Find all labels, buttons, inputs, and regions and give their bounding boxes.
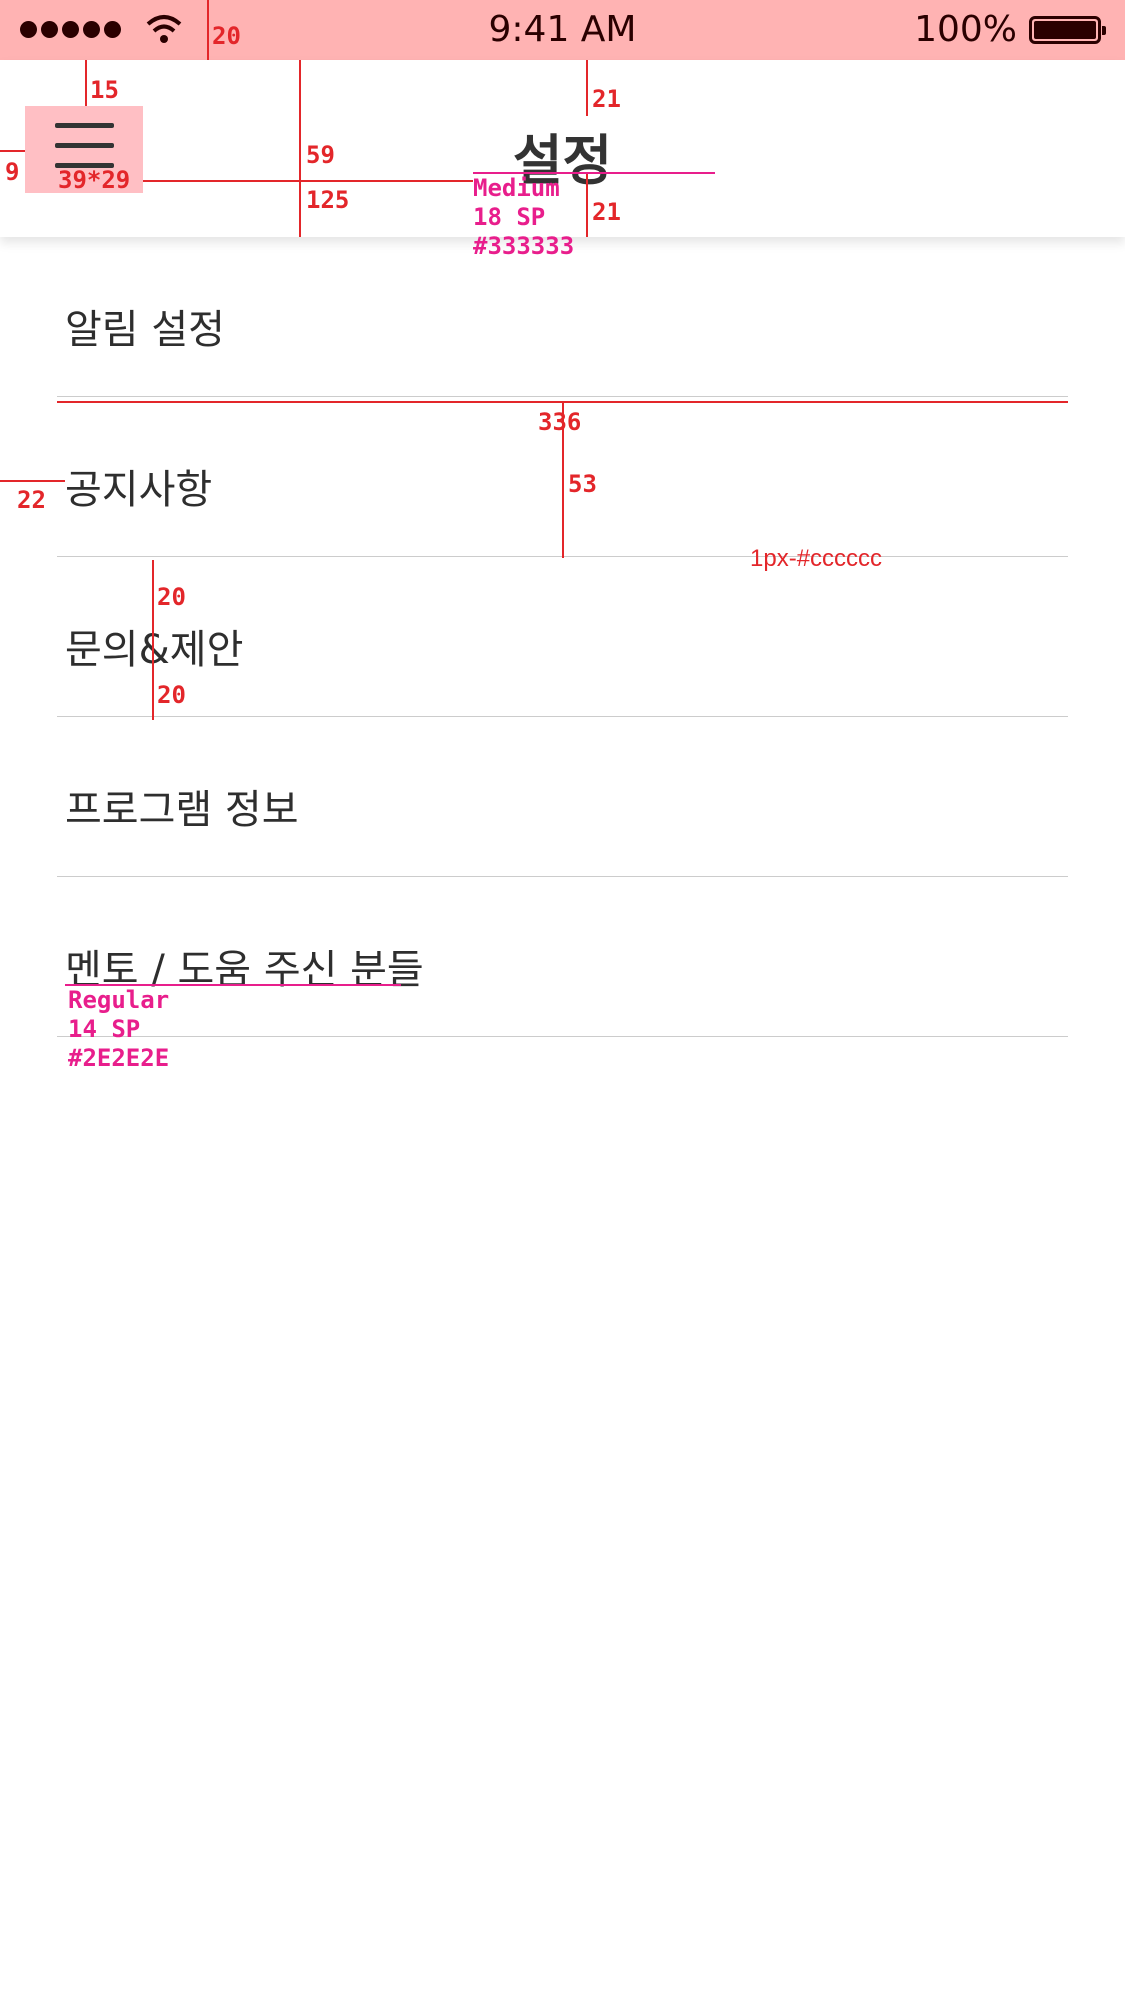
- spec-header-mid: 59: [306, 141, 335, 169]
- battery-icon: [1029, 16, 1106, 44]
- spec-divider-note: 1px-#cccccc: [750, 545, 883, 572]
- spec-line: [0, 480, 65, 482]
- spec-title-bottom: 21: [592, 198, 621, 226]
- status-bar: 9:41 AM 100%: [0, 0, 1125, 60]
- spec-status-height: 20: [212, 22, 241, 50]
- spec-item-color: #2E2E2E: [68, 1044, 170, 1072]
- spec-title-weight: Medium: [473, 174, 560, 202]
- spec-line: [152, 560, 154, 720]
- spec-row-height: 53: [568, 470, 597, 498]
- spec-line: [143, 180, 473, 182]
- spec-title-top: 21: [592, 85, 621, 113]
- settings-item-notification[interactable]: 알림 설정: [0, 237, 1125, 397]
- settings-item-label: 문의&제안: [65, 627, 244, 673]
- spec-title-color: #333333: [473, 232, 575, 260]
- spec-line: [586, 174, 588, 237]
- spec-padding-bottom: 20: [157, 681, 186, 709]
- settings-list: 알림 설정 공지사항 문의&제안 프로그램 정보 멘토 / 도움 주신 분들: [0, 237, 1125, 1037]
- spec-menu-left: 9: [5, 158, 20, 186]
- settings-item-program-info[interactable]: 프로그램 정보: [0, 717, 1125, 877]
- spec-line: [586, 60, 588, 116]
- page-title: 설정: [512, 129, 613, 192]
- spec-item-weight: Regular: [68, 986, 170, 1014]
- spec-item-size: 14 SP: [68, 1015, 141, 1043]
- spec-header-height: 125: [306, 186, 350, 214]
- spec-row-width: 336: [538, 408, 582, 436]
- settings-item-label: 공지사항: [65, 467, 213, 513]
- divider: [57, 1035, 1068, 1037]
- spec-line: [85, 60, 87, 106]
- spec-menu-size: 39*29: [58, 166, 131, 194]
- spec-line: [0, 150, 25, 152]
- spec-line: [207, 0, 209, 60]
- settings-item-label: 프로그램 정보: [65, 787, 299, 833]
- settings-item-label: 알림 설정: [65, 307, 225, 353]
- spec-line: [299, 60, 301, 237]
- battery-percent: 100%: [914, 9, 1017, 50]
- spec-menu-top: 15: [90, 76, 119, 104]
- spec-row-left: 22: [17, 486, 46, 514]
- spec-padding-top: 20: [157, 583, 186, 611]
- app-header: 설정: [0, 60, 1125, 237]
- spec-title-size: 18 SP: [473, 203, 546, 231]
